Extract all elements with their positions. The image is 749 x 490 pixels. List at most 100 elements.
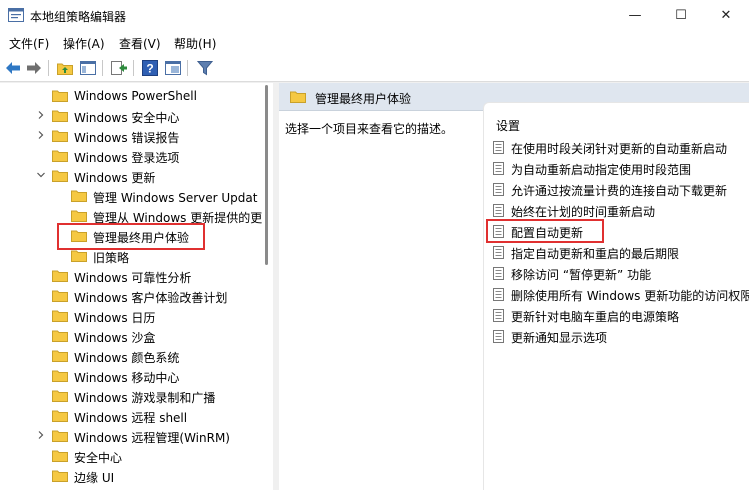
menu-file[interactable]: 文件(F): [9, 35, 49, 52]
menu-action[interactable]: 操作(A): [63, 35, 105, 52]
policy-setting-item[interactable]: 指定自动更新和重启的最后期限: [493, 242, 749, 262]
maximize-icon: ☐: [675, 8, 687, 23]
forward-button[interactable]: [25, 59, 43, 77]
tree-item[interactable]: Windows 颜色系统: [0, 346, 262, 366]
policy-document-icon: [493, 309, 504, 322]
policy-setting-label: 删除使用所有 Windows 更新功能的访问权限: [511, 289, 749, 303]
folder-icon: [52, 470, 68, 482]
chevron-down-icon[interactable]: [36, 170, 46, 180]
tree-item-label: Windows 颜色系统: [74, 351, 180, 365]
menu-help[interactable]: 帮助(H): [174, 35, 216, 52]
maximize-button[interactable]: ☐: [658, 0, 704, 31]
tree-item-label: 管理 Windows Server Updat: [93, 191, 258, 205]
tree-item[interactable]: Windows 更新: [0, 166, 262, 186]
properties-view-icon: [165, 61, 181, 75]
minimize-icon: —: [628, 8, 642, 23]
help-icon: ?: [142, 60, 158, 76]
tree-item[interactable]: Windows 游戏录制和广播: [0, 386, 262, 406]
chevron-right-icon[interactable]: [36, 110, 46, 120]
tree-item[interactable]: Windows 错误报告: [0, 126, 262, 146]
tree-scrollbar[interactable]: [262, 83, 273, 490]
policy-document-icon: [493, 330, 504, 343]
show-hide-tree-button[interactable]: [79, 59, 97, 77]
tree-item-label: Windows PowerShell: [74, 89, 197, 103]
tree-item-label: Windows 日历: [74, 311, 156, 325]
folder-icon: [52, 370, 68, 382]
policy-setting-item[interactable]: 为自动重新启动指定使用时段范围: [493, 158, 749, 178]
policy-document-icon: [493, 288, 504, 301]
help-button[interactable]: ?: [141, 59, 159, 77]
tree-item[interactable]: Windows 远程管理(WinRM): [0, 426, 262, 446]
policy-document-icon: [493, 204, 504, 217]
svg-text:?: ?: [146, 62, 153, 76]
folder-icon: [71, 210, 87, 222]
back-button[interactable]: [4, 59, 22, 77]
export-list-button[interactable]: [110, 59, 128, 77]
menu-view[interactable]: 查看(V): [119, 35, 161, 52]
tree-scrollbar-thumb[interactable]: [265, 85, 268, 265]
forward-arrow-icon: [27, 62, 41, 74]
folder-icon: [52, 290, 68, 302]
tree-item[interactable]: 管理 Windows Server Updat: [0, 186, 262, 206]
group-policy-app-icon: [8, 8, 24, 22]
selected-tree-item-highlight: [57, 223, 205, 250]
folder-icon: [52, 390, 68, 402]
highlighted-setting-box: [486, 219, 604, 243]
policy-setting-label: 更新通知显示选项: [511, 331, 608, 345]
tree-item[interactable]: Windows 可靠性分析: [0, 266, 262, 286]
tree-pane: Windows PowerShell Windows 安全中心 Windows 错误…: [0, 83, 273, 490]
tree-item-label: Windows 错误报告: [74, 131, 180, 145]
minimize-button[interactable]: —: [612, 0, 658, 31]
tree-item-label: Windows 客户体验改善计划: [74, 291, 228, 305]
policy-setting-item[interactable]: 移除访问 “暂停更新” 功能: [493, 263, 749, 283]
policy-document-icon: [493, 267, 504, 280]
policy-setting-item[interactable]: 在使用时段关闭针对更新的自动重新启动: [493, 137, 749, 157]
tree-item[interactable]: Windows 日历: [0, 306, 262, 326]
up-one-level-button[interactable]: [56, 59, 74, 77]
settings-column-header[interactable]: 设置: [496, 117, 520, 134]
tree-item-label: 旧策略: [93, 251, 130, 265]
folder-icon: [52, 270, 68, 282]
folder-icon: [52, 330, 68, 342]
tree-item[interactable]: Windows 移动中心: [0, 366, 262, 386]
toolbar: ?: [0, 55, 749, 82]
policy-setting-item[interactable]: 更新针对电脑车重启的电源策略: [493, 305, 749, 325]
folder-icon: [52, 310, 68, 322]
policy-setting-label: 指定自动更新和重启的最后期限: [511, 247, 680, 261]
tree-item[interactable]: Windows 安全中心: [0, 106, 262, 126]
chevron-right-icon[interactable]: [36, 430, 46, 440]
folder-icon: [52, 130, 68, 142]
tree-item-label: Windows 远程管理(WinRM): [74, 431, 230, 445]
properties-view-button[interactable]: [164, 59, 182, 77]
tree-item-label: 安全中心: [74, 451, 123, 465]
close-button[interactable]: ✕: [703, 0, 749, 31]
back-arrow-icon: [6, 62, 20, 74]
policy-setting-item[interactable]: 允许通过按流量计费的连接自动下载更新: [493, 179, 749, 199]
tree-item[interactable]: 安全中心: [0, 446, 262, 466]
policy-setting-item[interactable]: 始终在计划的时间重新启动: [493, 200, 749, 220]
tree-item[interactable]: Windows PowerShell: [0, 86, 262, 106]
tree-item[interactable]: 边缘 UI: [0, 466, 262, 486]
show-hide-tree-icon: [80, 61, 96, 75]
tree-item-label: Windows 移动中心: [74, 371, 180, 385]
filter-button[interactable]: [196, 59, 214, 77]
tree-item[interactable]: Windows 远程 shell: [0, 406, 262, 426]
up-folder-icon: [57, 63, 73, 75]
folder-icon: [52, 110, 68, 122]
tree-item-label: Windows 可靠性分析: [74, 271, 192, 285]
details-title: 管理最终用户体验: [315, 92, 412, 106]
tree-item[interactable]: Windows 登录选项: [0, 146, 262, 166]
tree-item[interactable]: Windows 客户体验改善计划: [0, 286, 262, 306]
policy-setting-item[interactable]: 更新通知显示选项: [493, 326, 749, 346]
folder-icon: [52, 170, 68, 182]
tree-item-label: Windows 更新: [74, 171, 156, 185]
policy-setting-label: 始终在计划的时间重新启动: [511, 205, 656, 219]
tree-item-label: Windows 游戏录制和广播: [74, 391, 216, 405]
chevron-right-icon[interactable]: [36, 130, 46, 140]
folder-icon: [52, 150, 68, 162]
policy-document-icon: [493, 162, 504, 175]
tree-item[interactable]: Windows 沙盒: [0, 326, 262, 346]
close-icon: ✕: [720, 8, 732, 23]
policy-setting-item[interactable]: 删除使用所有 Windows 更新功能的访问权限: [493, 284, 749, 304]
folder-icon: [290, 91, 306, 103]
